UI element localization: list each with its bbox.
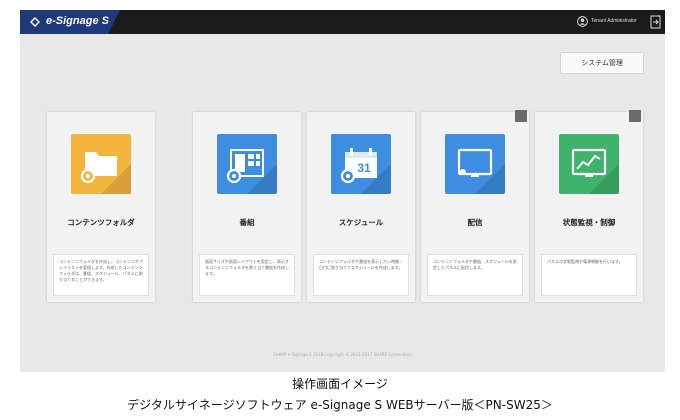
caption-subtitle: デジタルサイネージソフトウェア e-Signage S WEBサーバー版＜PN-… [127,398,553,412]
card-title: スケジュール [338,218,384,227]
calendar-gear-icon: 31 [340,148,391,194]
chart-monitor-icon [571,148,619,194]
card-description: 画面サイズや画面レイアウトを設定し、表示するコンテンツフォルダを割り当て番組を作… [199,254,295,296]
corner-icon[interactable] [629,110,641,122]
card-distribution[interactable]: 配信 コンテンツフォルダや番組、スケジュールを設定したパネルに配信します。 [421,110,529,302]
card-description: コンテンツフォルダや番組、スケジュールを設定したパネルに配信します。 [427,254,523,296]
card-program[interactable]: 番組 画面サイズや画面レイアウトを設定し、表示するコンテンツフォルダを割り当て番… [193,112,301,302]
card-title: コンテンツフォルダ [67,218,135,227]
card-title: 番組 [239,218,255,227]
folder-gear-icon [80,152,131,194]
corner-icon[interactable] [515,110,527,122]
logo[interactable]: e-Signage S [20,10,120,34]
card-status-monitoring[interactable]: 状態監視・制御 パネルの状態監視や電源制御を行います。 [535,110,643,302]
user-name[interactable]: Tenant Administrator [591,18,637,24]
card-title: 状態監視・制御 [562,218,616,227]
card-title: 配信 [467,218,483,227]
card-schedule[interactable]: 31 スケジュール コンテンツフォルダや番組を表示したい時間・日付に割り当ててス… [307,112,415,302]
card-icon-tile: 31 [331,134,391,194]
monitor-icon [457,148,505,194]
card-icon-tile [71,134,131,194]
app-window: e-Signage S Tenant Administrator システム管理 … [20,10,665,372]
app-name: e-Signage S [46,15,109,27]
logout-icon[interactable] [650,15,661,29]
card-description: コンテンツフォルダを作成し、コンテンツやプレイリストを管理します。作成したコンテ… [53,254,149,296]
system-management-button[interactable]: システム管理 [560,52,644,74]
svg-text:31: 31 [357,161,371,175]
card-icon-tile [559,134,619,194]
layout-gear-icon [226,149,277,194]
top-bar: e-Signage S Tenant Administrator [20,10,665,34]
card-content-folder[interactable]: コンテンツフォルダ コンテンツフォルダを作成し、コンテンツやプレイリストを管理し… [47,112,155,302]
footer-copyright: SHARP e-Signage S 2018 Copyright © 2011-… [273,352,412,357]
card-description: コンテンツフォルダや番組を表示したい時間・日付に割り当ててスケジュールを作成しま… [313,254,409,296]
card-icon-tile [217,134,277,194]
user-icon[interactable] [577,16,588,27]
caption-title: 操作画面イメージ [292,377,388,391]
logo-mark-icon [30,17,40,27]
card-icon-tile [445,134,505,194]
card-description: パネルの状態監視や電源制御を行います。 [541,254,637,296]
